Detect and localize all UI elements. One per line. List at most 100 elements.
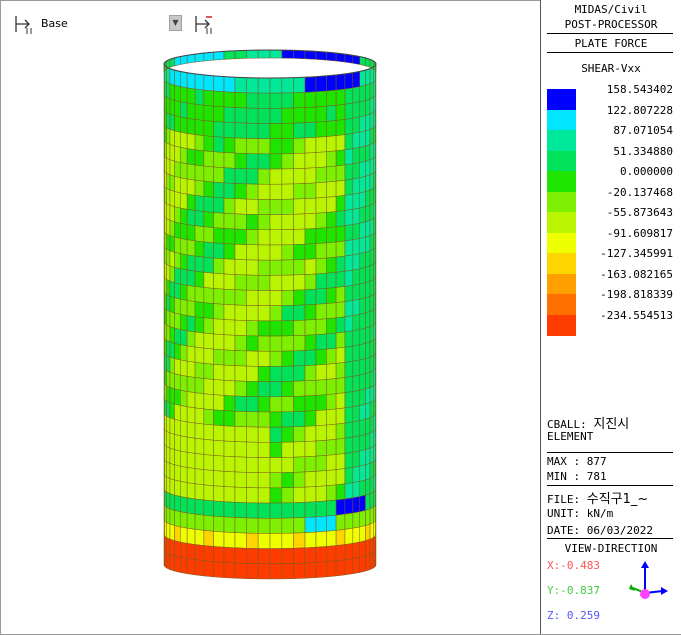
plate-element[interactable] [335,529,346,546]
plate-element[interactable] [352,253,361,271]
plate-element[interactable] [246,183,259,200]
plate-element[interactable] [166,279,171,297]
plate-element[interactable] [369,506,374,525]
plate-element[interactable] [169,296,175,314]
plate-element[interactable] [335,331,346,349]
plate-element[interactable] [352,268,361,286]
plate-element[interactable] [365,189,371,208]
plate-element[interactable] [304,258,317,275]
plate-element[interactable] [352,450,361,468]
plate-element[interactable] [179,253,188,271]
plate-element[interactable] [269,199,283,215]
plate-element[interactable] [281,49,294,59]
plate-element[interactable] [223,91,236,108]
plate-element[interactable] [164,140,167,159]
plate-element[interactable] [344,391,354,409]
plate-element[interactable] [257,138,271,155]
plate-element[interactable] [326,135,337,153]
plate-element[interactable] [281,107,294,124]
plate-element[interactable] [234,213,247,230]
plate-element[interactable] [169,493,175,511]
plate-element[interactable] [234,350,247,367]
plate-element[interactable] [315,364,327,381]
plate-element[interactable] [164,201,167,220]
plate-element[interactable] [335,88,346,106]
plate-element[interactable] [326,423,337,441]
plate-element[interactable] [203,135,214,153]
plate-element[interactable] [213,546,225,563]
plate-element[interactable] [359,434,366,452]
fit-view-icon[interactable] [13,13,35,35]
plate-element[interactable] [344,163,354,181]
plate-element[interactable] [194,529,205,546]
plate-element[interactable] [335,270,346,288]
plate-element[interactable] [186,284,196,302]
plate-element[interactable] [194,407,205,425]
plate-element[interactable] [369,81,374,100]
plate-element[interactable] [213,348,225,366]
plate-element[interactable] [234,532,247,549]
plate-element[interactable] [179,405,188,423]
plate-element[interactable] [174,312,181,330]
plate-element[interactable] [179,192,188,210]
plate-element[interactable] [164,490,167,508]
plate-element[interactable] [166,188,171,206]
plate-element[interactable] [281,411,294,428]
plate-element[interactable] [186,558,196,576]
plate-element[interactable] [304,440,317,458]
plate-element[interactable] [179,283,188,301]
cylinder-contour-model[interactable] [1,1,539,633]
plate-element[interactable] [186,87,196,105]
plate-element[interactable] [326,545,337,562]
plate-element[interactable] [194,179,205,197]
plate-element[interactable] [257,168,271,185]
plate-element[interactable] [304,76,317,93]
plate-element[interactable] [304,304,317,321]
plate-element[interactable] [194,392,205,410]
plate-element[interactable] [174,160,181,179]
plate-element[interactable] [293,92,306,109]
plate-element[interactable] [375,185,377,203]
plate-element[interactable] [375,428,377,446]
plate-element[interactable] [369,476,374,495]
plate-element[interactable] [326,105,337,122]
plate-element[interactable] [373,186,376,205]
plate-element[interactable] [326,150,337,168]
plate-element[interactable] [194,270,205,288]
plate-element[interactable] [344,482,354,500]
plate-element[interactable] [352,344,361,362]
plate-element[interactable] [223,228,236,245]
plate-element[interactable] [257,259,271,276]
plate-element[interactable] [194,422,205,440]
plate-element[interactable] [186,209,196,227]
plate-element[interactable] [164,474,167,493]
plate-element[interactable] [194,73,205,91]
plate-element[interactable] [194,468,205,486]
plate-element[interactable] [166,309,171,328]
plate-element[interactable] [166,522,171,540]
plate-element[interactable] [164,338,167,357]
plate-element[interactable] [257,123,271,139]
plate-element[interactable] [315,439,327,457]
plate-element[interactable] [166,461,171,479]
plate-element[interactable] [352,389,361,408]
plate-element[interactable] [344,284,354,302]
plate-element[interactable] [359,100,366,118]
plate-element[interactable] [269,183,283,200]
plate-element[interactable] [344,436,354,454]
plate-element[interactable] [335,225,346,243]
plate-element[interactable] [194,301,205,319]
plate-element[interactable] [281,259,294,276]
plate-element[interactable] [194,119,205,136]
plate-element[interactable] [166,491,171,510]
plate-element[interactable] [246,138,259,155]
plate-element[interactable] [269,244,283,261]
plate-element[interactable] [326,272,337,289]
plate-element[interactable] [164,95,167,114]
plate-element[interactable] [293,137,306,154]
plate-element[interactable] [203,287,214,304]
plate-element[interactable] [179,389,188,408]
plate-element[interactable] [166,264,171,282]
plate-element[interactable] [246,396,259,413]
model-viewport[interactable]: Base ▼ [1,1,539,633]
